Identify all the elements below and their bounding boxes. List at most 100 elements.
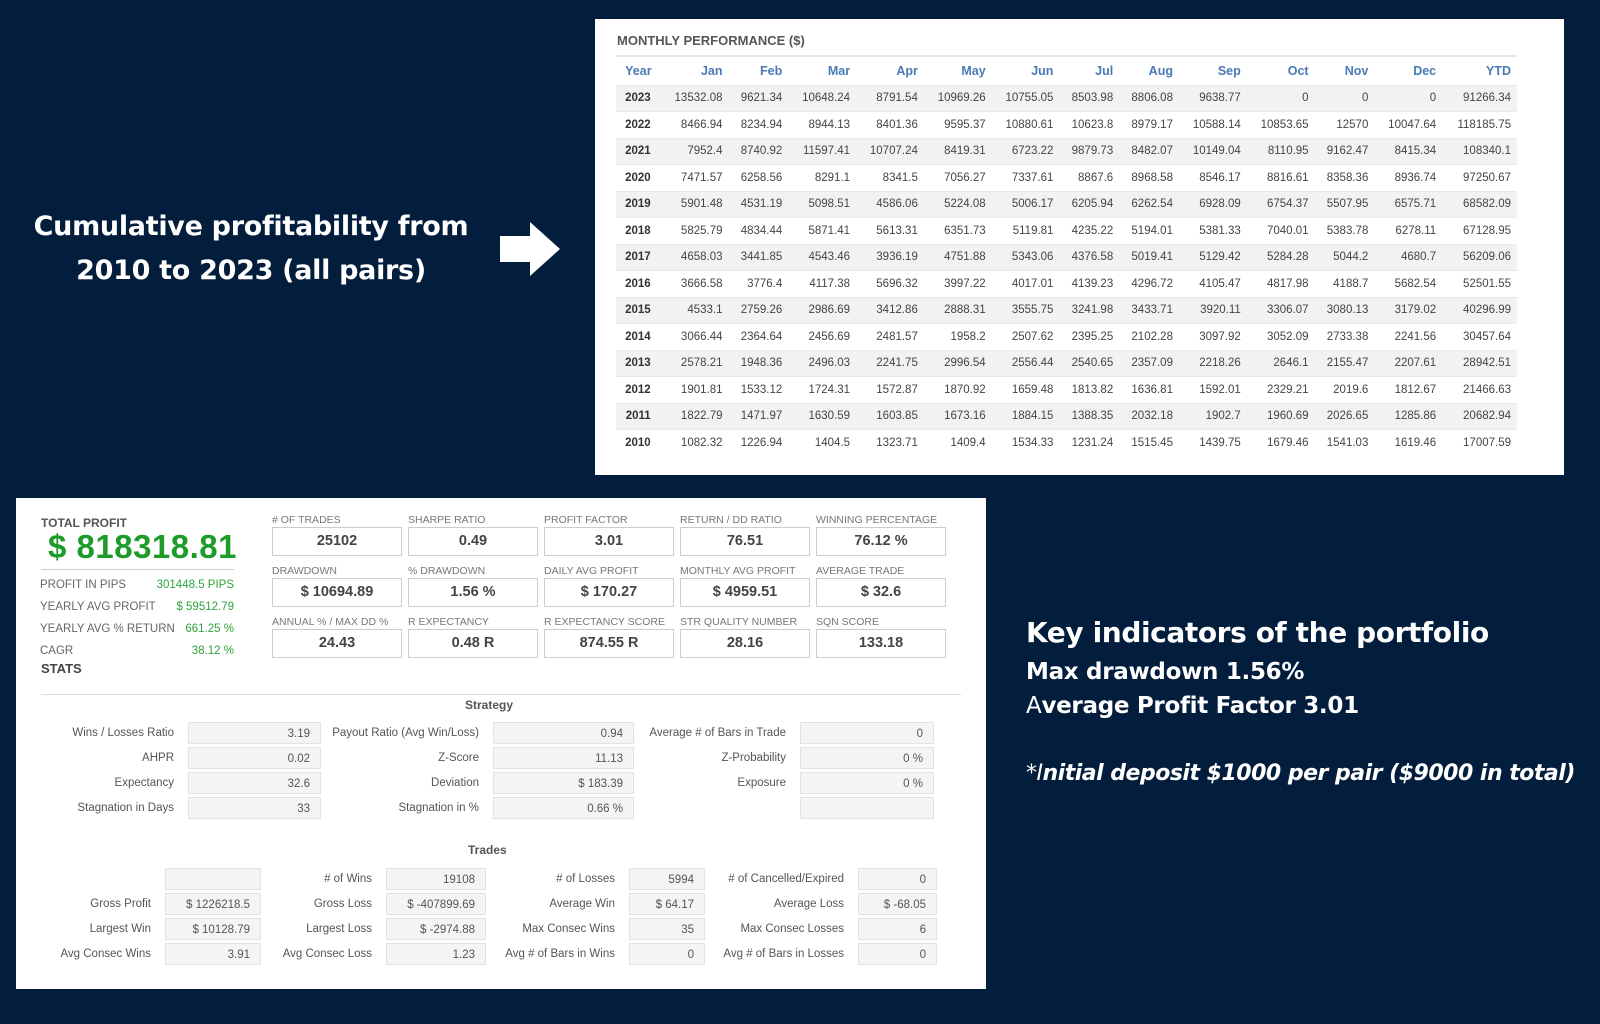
value-cell: 1679.46: [1246, 429, 1315, 456]
value-cell: 5284.28: [1246, 243, 1315, 271]
value-cell: 3241.98: [1059, 296, 1120, 324]
table-row: 2015 4533.1 2759.26 2986.69 3412.86 2888.31 35…: [616, 296, 1517, 324]
stat-value-field: 32.6: [188, 772, 321, 794]
stat-value-field: 0: [629, 943, 705, 965]
value-cell: 6278.11: [1374, 217, 1443, 244]
value-cell: 5901.48: [660, 190, 729, 218]
value-cell: 8415.34: [1374, 137, 1443, 165]
value-cell: 8979.17: [1119, 111, 1179, 138]
value-cell: 1636.81: [1119, 376, 1179, 403]
value-cell: 2357.09: [1119, 349, 1179, 377]
value-cell: 1285.86: [1374, 402, 1443, 430]
stats-panel: TOTAL PROFIT $ 818318.81 PROFIT IN PIPS 3…: [16, 498, 986, 989]
summary-label: YEARLY AVG PROFIT: [40, 601, 156, 613]
value-cell: 2026.65: [1314, 402, 1375, 430]
stat-label: Stagnation in %: [398, 802, 479, 814]
value-cell: 0: [1314, 84, 1375, 112]
value-cell: 10648.24: [788, 84, 857, 112]
summary-value: 38.12 %: [191, 645, 234, 657]
value-cell: 10707.24: [856, 137, 924, 165]
kpi-value: 25102: [272, 527, 402, 556]
kpi-grid: # OF TRADES 25102 SHARPE RATIO 0.49 PROFIT F…: [272, 514, 952, 667]
stat-label: Stagnation in Days: [77, 802, 174, 814]
value-cell: 2496.03: [788, 349, 857, 377]
value-cell: 9638.77: [1178, 84, 1247, 112]
monthly-performance-table: Year Jan Feb Mar Apr May Jun Jul Aug Sep Oct Nov Dec…: [616, 57, 1517, 456]
stat-label: Largest Win: [89, 923, 151, 935]
table-row: 2011 1822.79 1471.97 1630.59 1603.85 1673.16 1…: [616, 402, 1517, 430]
value-cell: 5098.51: [788, 190, 857, 218]
value-cell: 8546.17: [1178, 164, 1247, 191]
table-row: 2019 5901.48 4531.19 5098.51 4586.06 5224.08 5…: [616, 190, 1517, 218]
kpi-value: 874.55 R: [544, 629, 674, 658]
year-cell: 2014: [616, 323, 661, 350]
column-header-feb: Feb: [760, 63, 783, 78]
value-cell: 5006.17: [991, 190, 1060, 218]
value-cell: 1902.7: [1178, 402, 1247, 430]
kpi-card: RETURN / DD RATIO 76.51: [680, 514, 816, 565]
value-cell: 2241.56: [1374, 323, 1443, 350]
stat-value-field: 19108: [386, 868, 486, 890]
strategy-stats-grid: Wins / Losses Ratio 3.19 Payout Ratio (Avg…: [41, 722, 934, 819]
profit-factor-note: Average Profit Factor 3.01: [1026, 693, 1575, 719]
value-cell: 2019.6: [1314, 376, 1375, 403]
value-cell: 3936.19: [856, 243, 924, 271]
stat-label: Exposure: [737, 777, 786, 789]
value-cell: 8740.92: [728, 137, 789, 165]
value-cell: 8867.6: [1059, 164, 1120, 191]
stat-label: Average # of Bars in Trade: [649, 727, 786, 739]
kpi-card: R EXPECTANCY SCORE 874.55 R: [544, 616, 680, 667]
column-header-apr: Apr: [896, 63, 918, 78]
value-cell: 5381.33: [1178, 217, 1247, 244]
kpi-card: WINNING PERCENTAGE 76.12 %: [816, 514, 952, 565]
stats-title: STATS: [41, 661, 82, 676]
value-cell: 2759.26: [728, 296, 789, 324]
value-cell: 5825.79: [660, 217, 729, 244]
value-cell: 2986.69: [788, 296, 857, 324]
kpi-value: 28.16: [680, 629, 810, 658]
value-cell: 3433.71: [1119, 296, 1179, 324]
year-cell: 2019: [616, 190, 661, 218]
value-cell: 4680.7: [1374, 243, 1443, 271]
stat-label: Z-Score: [438, 752, 479, 764]
profit-factor-note-initial: A: [1026, 693, 1042, 719]
value-cell: 8234.94: [728, 111, 789, 138]
stat-label: Average Win: [549, 898, 615, 910]
value-cell: 2456.69: [788, 323, 857, 350]
table-row: 2021 7952.4 8740.92 11597.41 10707.24 8419.31…: [616, 137, 1517, 165]
kpi-label: STR QUALITY NUMBER: [680, 616, 798, 628]
stat-value-field: 0.02: [188, 747, 321, 769]
value-cell: 3097.92: [1178, 323, 1247, 350]
kpi-label: AVERAGE TRADE: [816, 565, 905, 577]
value-cell: 4017.01: [991, 270, 1060, 297]
value-cell: 13532.08: [660, 84, 729, 112]
value-cell: 6754.37: [1246, 190, 1315, 218]
value-cell: 10623.8: [1059, 111, 1120, 138]
stat-label: Average Loss: [773, 898, 844, 910]
stat-label: Max Consec Losses: [740, 923, 844, 935]
value-cell: 1901.81: [660, 376, 729, 403]
value-cell: 3666.58: [660, 270, 729, 297]
value-cell: 6262.54: [1119, 190, 1179, 218]
value-cell: 7471.57: [660, 164, 729, 191]
year-cell: 2021: [616, 137, 661, 165]
stat-label: Avg # of Bars in Losses: [723, 948, 844, 960]
column-header-nov: Nov: [1344, 63, 1369, 78]
value-cell: 5343.06: [991, 243, 1060, 271]
value-cell: 1659.48: [991, 376, 1060, 403]
value-cell: 4533.1: [660, 296, 729, 324]
table-header-row: Year Jan Feb Mar Apr May Jun Jul Aug Sep Oct Nov Dec…: [616, 57, 1517, 85]
summary-value: 661.25 %: [185, 623, 234, 635]
value-cell: 10047.64: [1374, 111, 1443, 138]
stat-label: AHPR: [142, 752, 174, 764]
summary-label: CAGR: [40, 645, 74, 657]
value-cell: 6205.94: [1059, 190, 1120, 218]
column-header-aug: Aug: [1148, 63, 1173, 78]
summary-value: 301448.5 PIPS: [156, 579, 234, 591]
value-cell: 4531.19: [728, 190, 789, 218]
kpi-value: 76.12 %: [816, 527, 946, 556]
value-cell: 10588.14: [1178, 111, 1247, 138]
summary-row: CAGR 38.12 %: [40, 640, 234, 662]
value-cell: 20682.94: [1442, 402, 1517, 430]
caption: Cumulative profitability from 2010 to 20…: [16, 205, 486, 293]
